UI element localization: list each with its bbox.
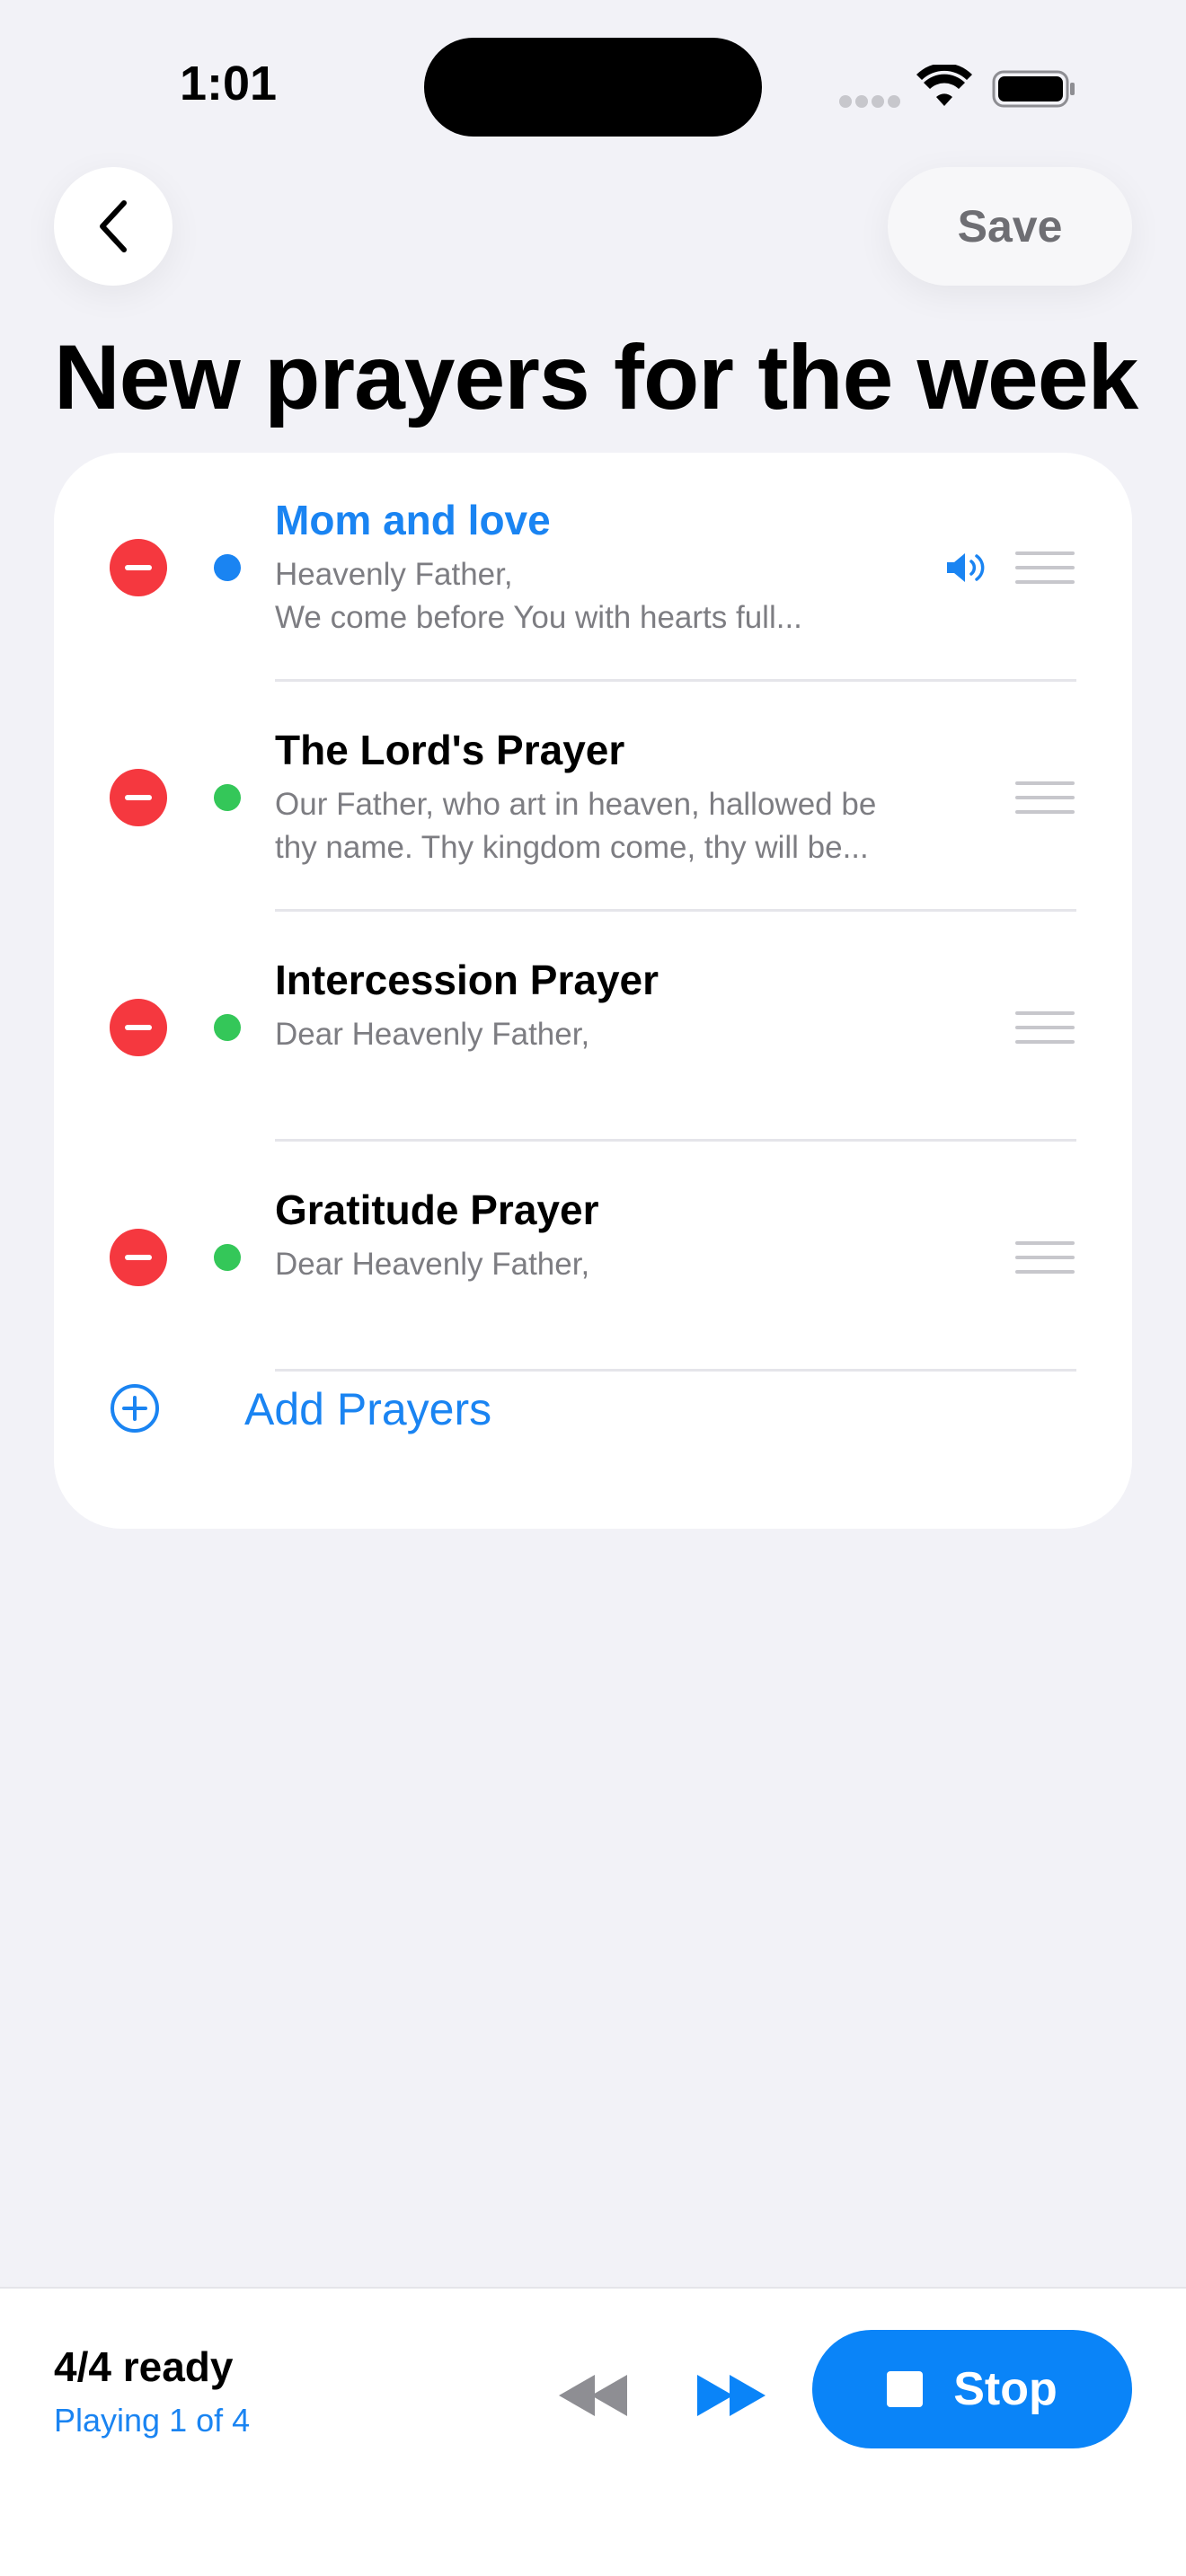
prayer-title: Gratitude Prayer xyxy=(275,1187,599,1233)
prayer-row[interactable]: Mom and love Heavenly Father, We come be… xyxy=(54,453,1132,683)
ready-status: 4/4 ready xyxy=(54,2343,234,2390)
prayer-row[interactable]: Gratitude Prayer Dear Heavenly Father, xyxy=(54,1142,1132,1372)
status-dot xyxy=(214,554,241,581)
add-prayers-label: Add Prayers xyxy=(244,1384,492,1434)
prayer-preview: Dear Heavenly Father, xyxy=(275,1013,931,1056)
prayer-preview: Heavenly Father, We come before You with… xyxy=(275,553,931,640)
prayer-preview-line: Dear Heavenly Father, xyxy=(275,1247,590,1282)
fast-forward-icon[interactable] xyxy=(688,2364,778,2427)
status-dot xyxy=(214,1014,241,1041)
prayer-title: Intercession Prayer xyxy=(275,957,659,1003)
page-title: New prayers for the week xyxy=(54,326,1138,428)
prayer-preview: Our Father, who art in heaven, hallowed … xyxy=(275,783,931,869)
drag-handle-icon[interactable] xyxy=(1015,781,1075,814)
plus-circle-icon xyxy=(111,1384,159,1433)
playing-status: Playing 1 of 4 xyxy=(54,2402,251,2439)
add-prayers-button[interactable]: Add Prayers xyxy=(110,1376,649,1448)
row-divider xyxy=(275,679,1076,682)
prayer-preview-line: thy name. Thy kingdom come, thy will be.… xyxy=(275,830,869,865)
prayer-preview-line: Dear Heavenly Father, xyxy=(275,1017,590,1052)
row-divider xyxy=(275,1369,1076,1372)
remove-prayer-button[interactable] xyxy=(110,539,167,596)
prayer-title: Mom and love xyxy=(275,497,551,543)
drag-handle-icon[interactable] xyxy=(1015,1011,1075,1044)
speaker-icon xyxy=(947,553,985,582)
stop-label: Stop xyxy=(953,2363,1058,2415)
row-divider xyxy=(275,909,1076,912)
drag-handle-icon[interactable] xyxy=(1015,551,1075,584)
dynamic-island xyxy=(424,38,762,137)
prayer-preview-line: Heavenly Father, xyxy=(275,557,513,592)
stop-button[interactable]: Stop xyxy=(812,2330,1132,2448)
prayer-row[interactable]: Intercession Prayer Dear Heavenly Father… xyxy=(54,913,1132,1142)
prayer-row[interactable]: The Lord's Prayer Our Father, who art in… xyxy=(54,683,1132,913)
remove-prayer-button[interactable] xyxy=(110,999,167,1056)
player-bar: 4/4 ready Playing 1 of 4 Stop xyxy=(0,2287,1186,2576)
screen: 1:01 Save New prayers for the week Mom a… xyxy=(0,0,1186,2576)
stop-icon xyxy=(887,2371,924,2407)
prayer-preview-line: Our Father, who art in heaven, hallowed … xyxy=(275,787,877,822)
wifi-icon xyxy=(916,65,972,106)
back-button[interactable] xyxy=(54,167,173,286)
rewind-icon[interactable] xyxy=(548,2364,638,2427)
remove-prayer-button[interactable] xyxy=(110,1229,167,1286)
row-divider xyxy=(275,1139,1076,1142)
status-dot xyxy=(214,784,241,811)
status-dot xyxy=(214,1244,241,1271)
battery-icon xyxy=(992,70,1075,108)
prayer-list-card: Mom and love Heavenly Father, We come be… xyxy=(54,453,1132,1529)
chevron-left-icon xyxy=(100,200,127,252)
status-time: 1:01 xyxy=(180,57,278,110)
cellular-signal-icon xyxy=(839,95,902,108)
save-button[interactable]: Save xyxy=(888,167,1132,286)
prayer-title: The Lord's Prayer xyxy=(275,727,625,773)
drag-handle-icon[interactable] xyxy=(1015,1241,1075,1274)
remove-prayer-button[interactable] xyxy=(110,769,167,826)
prayer-preview: Dear Heavenly Father, xyxy=(275,1243,931,1286)
prayer-preview-line: We come before You with hearts full... xyxy=(275,600,802,635)
